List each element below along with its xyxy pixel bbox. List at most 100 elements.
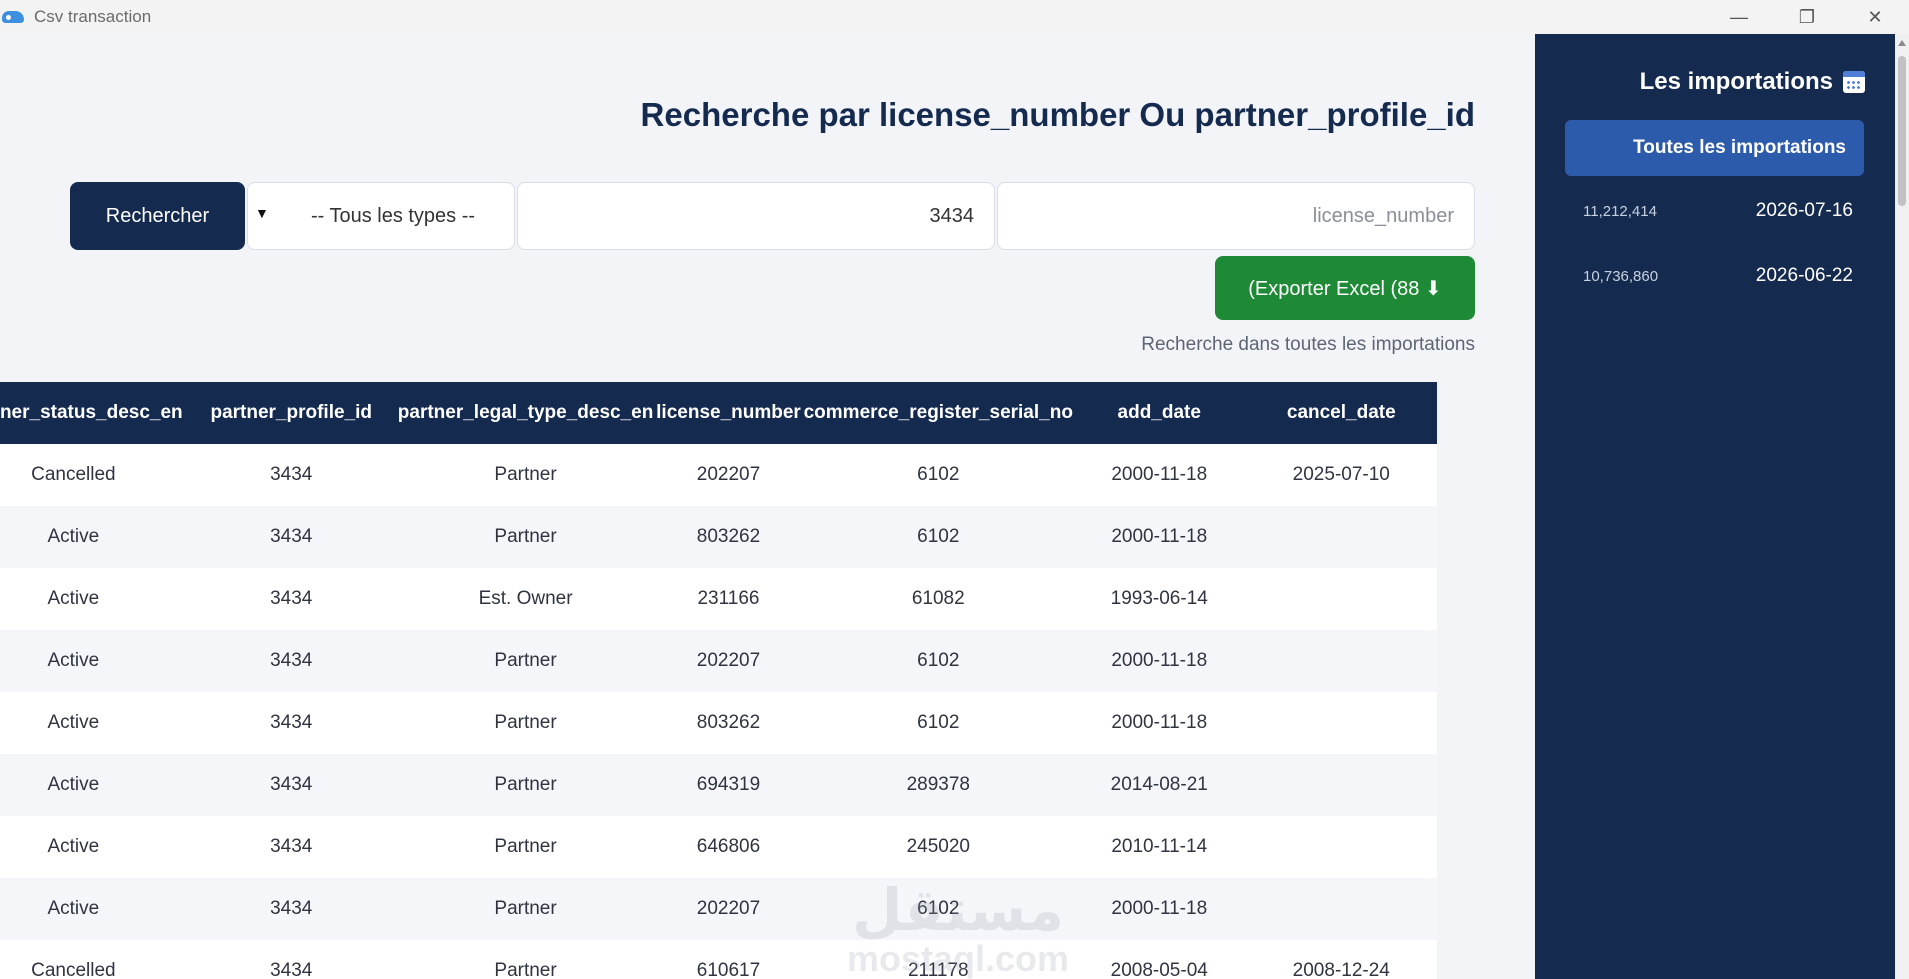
table-cell: 2000-11-18 — [1111, 464, 1208, 485]
license-number-input[interactable]: license_number — [997, 182, 1475, 250]
table-cell: 289378 — [906, 774, 970, 795]
table-row[interactable]: Active 3434 Partner 646806 245020 2010-11-14 — [0, 816, 1437, 878]
table-cell: 61082 — [911, 588, 965, 609]
table-row[interactable]: Cancelled 3434 Partner 202207 6102 2000-11-18… — [0, 444, 1437, 506]
table-row[interactable]: Active 3434 Partner 803262 6102 2000-11-18 — [0, 692, 1437, 754]
table-cell: 2008-12-24 — [1292, 960, 1390, 979]
table-cell: 3434 — [270, 526, 313, 547]
scroll-up-arrow-icon[interactable] — [1898, 40, 1906, 46]
title-bar: Csv transaction — ❐ ✕ — [0, 0, 1909, 34]
page-title: Recherche par license_number Ou partner_… — [640, 96, 1475, 133]
table-cell: Partner — [494, 960, 557, 979]
table-cell: 245020 — [906, 836, 970, 857]
vertical-scrollbar[interactable] — [1895, 34, 1909, 979]
column-header-partner-profile-id[interactable]: partner_profile_id — [185, 382, 398, 444]
table-cell: 231166 — [697, 588, 760, 609]
table-cell: Active — [47, 712, 100, 733]
sidebar-title: Les importations — [1640, 68, 1865, 96]
close-button[interactable]: ✕ — [1841, 0, 1909, 34]
column-header-cancel-date[interactable]: cancel_date — [1246, 382, 1437, 444]
table-cell: Partner — [494, 650, 557, 671]
table-cell: 6102 — [917, 464, 960, 485]
table-row[interactable]: Active 3434 Est. Owner 231166 61082 1993-06-1… — [0, 568, 1437, 630]
table-cell: 1993-06-14 — [1110, 588, 1208, 609]
table-row[interactable]: Active 3434 Partner 202207 6102 2000-11-18 — [0, 630, 1437, 692]
import-item[interactable]: 11,212,414 2026-07-16 — [1583, 196, 1853, 226]
table-cell — [1246, 630, 1437, 692]
table-cell — [1246, 754, 1437, 816]
table-cell: Active — [47, 836, 100, 857]
table-cell: 610617 — [696, 960, 761, 979]
table-cell: 2025-07-10 — [1292, 464, 1390, 485]
table-row[interactable]: Active 3434 Partner 803262 6102 2000-11-18 — [0, 506, 1437, 568]
table-cell: 2000-11-18 — [1111, 712, 1208, 733]
table-cell: Partner — [494, 526, 557, 547]
table-cell — [1246, 878, 1437, 940]
table-cell: 202207 — [696, 898, 761, 919]
table-cell: Active — [47, 588, 100, 609]
table-cell: 6102 — [917, 712, 960, 733]
sidebar-title-text: Les importations — [1639, 68, 1833, 95]
table-cell: 694319 — [696, 774, 761, 795]
table-cell: 2000-11-18 — [1111, 650, 1208, 671]
table-cell: Cancelled — [31, 464, 116, 485]
table-row[interactable]: Cancelled 3434 Partner 610617 211178 2008-05-… — [0, 940, 1437, 979]
table-cell: Partner — [494, 464, 557, 485]
column-header-add-date[interactable]: add_date — [1073, 382, 1246, 444]
import-date: 2026-06-22 — [1755, 265, 1853, 286]
table-cell: 2000-11-18 — [1111, 898, 1208, 919]
import-count: 10,736,860 — [1583, 267, 1659, 285]
table-cell: 6102 — [917, 898, 960, 919]
table-cell: 3434 — [270, 464, 313, 485]
table-header-row: partner_status_desc_enpartner_profile_id… — [0, 382, 1437, 444]
table-cell — [1246, 816, 1437, 878]
table-cell: 3434 — [270, 650, 313, 671]
column-header-license-number[interactable]: license_number — [653, 382, 803, 444]
table-cell: 211178 — [907, 960, 969, 979]
table-cell: Active — [47, 526, 100, 547]
table-row[interactable]: Active 3434 Partner 694319 289378 2014-08-21 — [0, 754, 1437, 816]
table-cell: Active — [47, 650, 100, 671]
table-cell: Active — [47, 774, 100, 795]
import-item[interactable]: 10,736,860 2026-06-22 — [1583, 261, 1853, 291]
main-panel: Recherche par license_number Ou partner_… — [0, 34, 1535, 979]
table-cell: 2014-08-21 — [1110, 774, 1208, 795]
window-controls: — ❐ ✕ — [1705, 0, 1909, 34]
table-cell — [1246, 506, 1437, 568]
imports-sidebar: Les importations Toutes les importations… — [1535, 34, 1895, 979]
table-cell: 3434 — [270, 898, 313, 919]
table-cell: Partner — [494, 774, 557, 795]
results-table-container[interactable]: partner_status_desc_enpartner_profile_id… — [0, 382, 1475, 979]
table-cell: 803262 — [696, 526, 761, 547]
table-cell: 3434 — [270, 588, 313, 609]
minimize-button[interactable]: — — [1705, 0, 1773, 34]
header-corner — [1461, 382, 1475, 396]
type-select[interactable]: ▼ -- Tous les types -- — [247, 182, 515, 250]
table-cell — [1246, 568, 1437, 630]
table-cell: Est. Owner — [478, 588, 573, 609]
table-cell: 2000-11-18 — [1111, 526, 1208, 547]
search-scope-note: Recherche dans toutes les importations — [1141, 334, 1475, 355]
column-header-partner-legal-type-desc-en[interactable]: partner_legal_type_desc_en — [398, 382, 654, 444]
table-cell: 6102 — [917, 526, 960, 547]
export-excel-button[interactable]: (Exporter Excel (88 ⬇ — [1215, 256, 1475, 320]
table-cell: 2010-11-14 — [1111, 836, 1208, 857]
all-imports-button[interactable]: Toutes les importations — [1565, 120, 1864, 176]
column-header-commerce-register-serial-no[interactable]: commerce_register_serial_no — [804, 382, 1073, 444]
table-cell: Partner — [494, 836, 557, 857]
results-table: partner_status_desc_enpartner_profile_id… — [0, 382, 1437, 979]
calendar-icon — [1843, 71, 1865, 93]
table-cell: 3434 — [270, 712, 313, 733]
table-row[interactable]: Active 3434 Partner 202207 6102 2000-11-18 — [0, 878, 1437, 940]
restore-button[interactable]: ❐ — [1773, 0, 1841, 34]
dropdown-caret-icon: ▼ — [255, 205, 269, 221]
scroll-thumb[interactable] — [1898, 56, 1906, 206]
table-cell: 3434 — [270, 836, 313, 857]
table-cell — [1246, 692, 1437, 754]
column-header-partner-status-desc-en[interactable]: partner_status_desc_en — [0, 382, 185, 444]
table-cell: 202207 — [696, 464, 761, 485]
table-cell: Partner — [494, 712, 557, 733]
table-cell: Partner — [494, 898, 557, 919]
search-button[interactable]: Rechercher — [70, 182, 245, 250]
partner-profile-id-input[interactable]: 3434 — [517, 182, 995, 250]
